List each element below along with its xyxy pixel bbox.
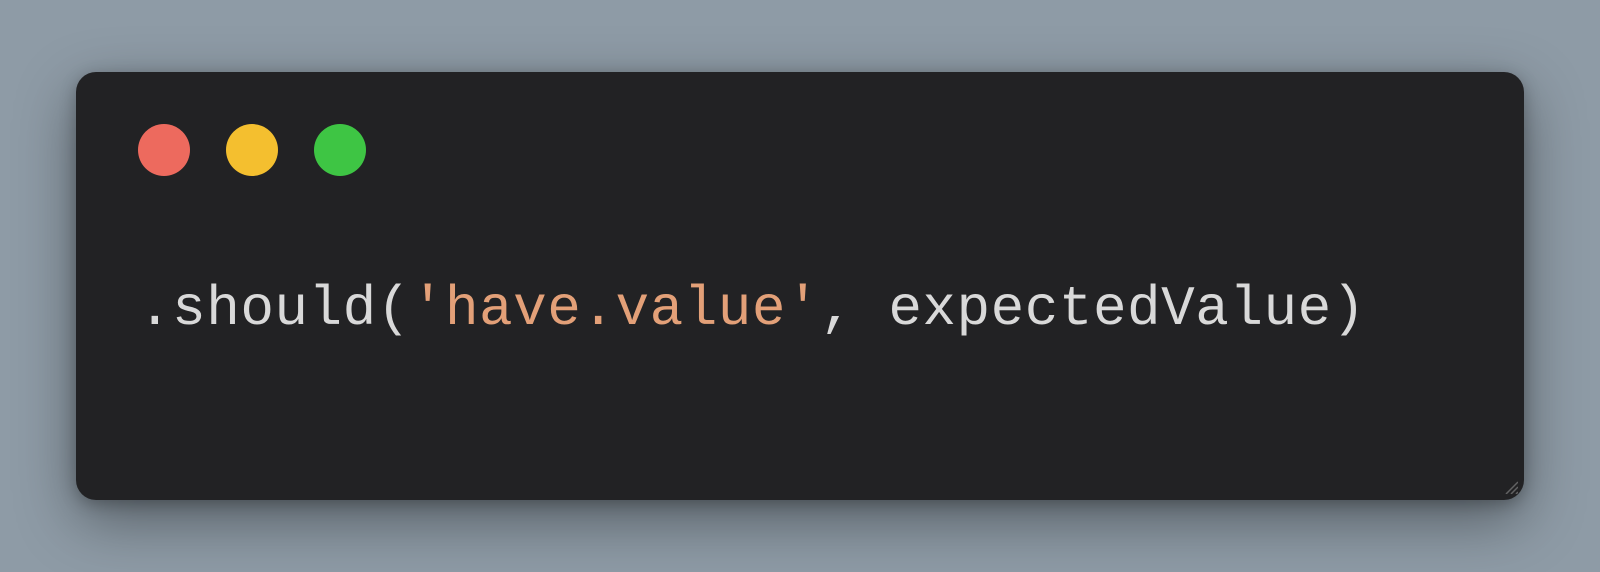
maximize-icon[interactable] [314, 124, 366, 176]
close-icon[interactable] [138, 124, 190, 176]
code-window: .should('have.value', expectedValue) [76, 72, 1524, 500]
traffic-lights [138, 124, 1462, 176]
code-token-string: 'have.value' [411, 277, 820, 341]
code-line: .should('have.value', expectedValue) [138, 276, 1462, 343]
code-token: , expectedValue) [820, 277, 1366, 341]
code-token: .should( [138, 277, 411, 341]
resize-handle-icon[interactable] [1504, 480, 1518, 494]
minimize-icon[interactable] [226, 124, 278, 176]
